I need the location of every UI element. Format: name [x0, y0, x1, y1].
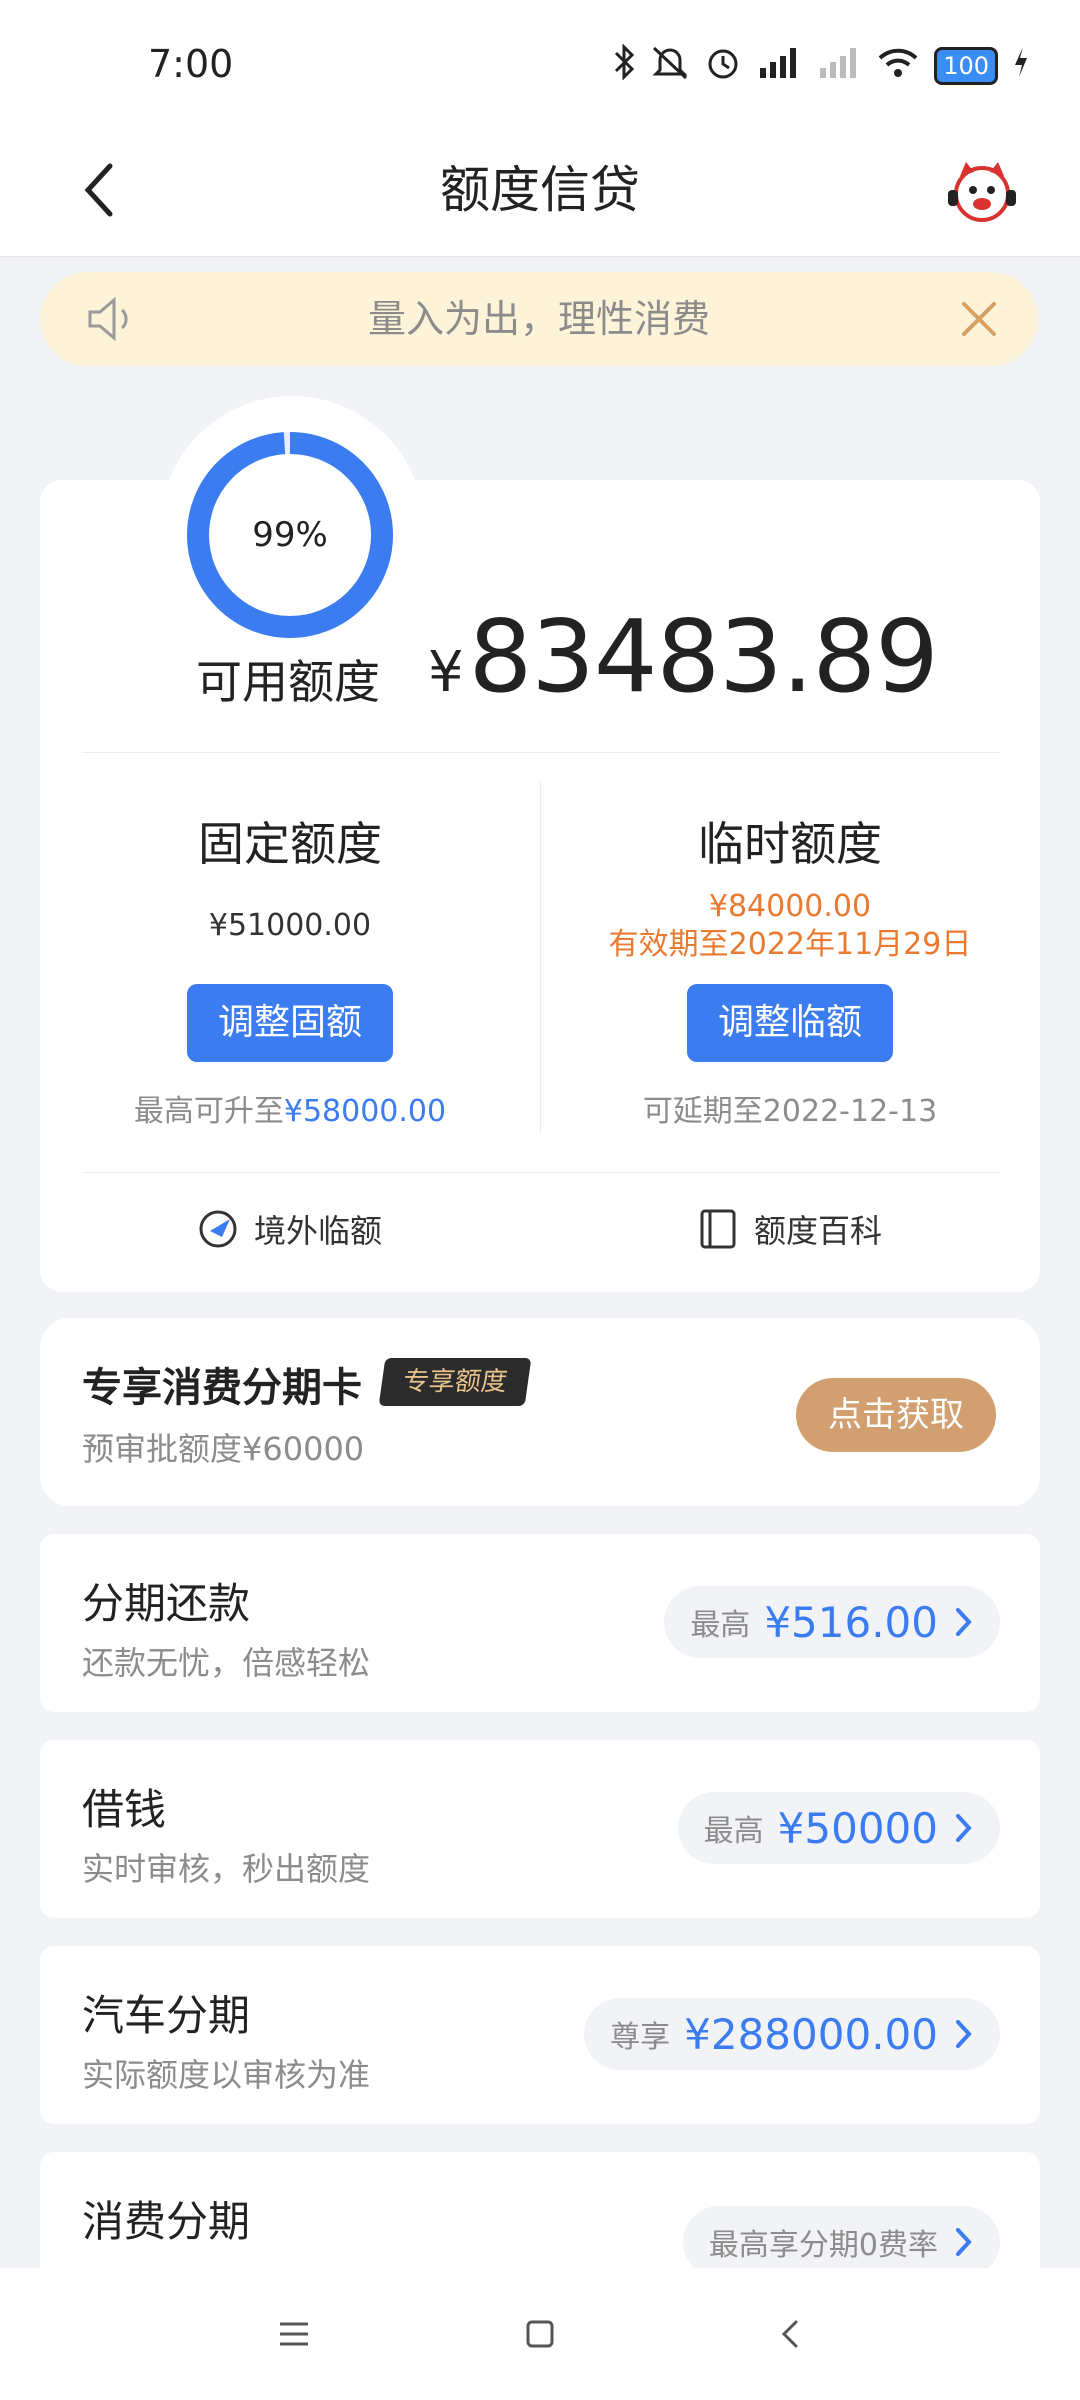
status-icons: 100 — [612, 42, 1030, 90]
chevron-right-icon — [956, 1608, 972, 1636]
pill-prefix: 最高 — [690, 1608, 751, 1643]
mute-icon — [650, 44, 690, 89]
menu-button[interactable] — [258, 2298, 330, 2370]
system-nav-bar — [0, 2268, 1080, 2400]
available-credit-label: 可用额度 — [196, 655, 380, 709]
service-subtitle: 实际额度以审核为准 — [82, 2056, 371, 2094]
pill-amount: ¥288000.00 — [684, 2009, 938, 2059]
notice-text: 量入为出，理性消费 — [367, 297, 710, 341]
adjust-fixed-button[interactable]: 调整固额 — [187, 984, 393, 1062]
service-subtitle: 还款无忧，倍感轻松 — [82, 1644, 371, 1682]
service-amount-pill[interactable]: 最高 ¥516.00 — [664, 1586, 1000, 1658]
fixed-credit-max-note: 最高可升至¥58000.00 — [60, 1086, 520, 1130]
wifi-icon — [876, 44, 920, 89]
pill-prefix: 尊享 — [610, 2020, 671, 2055]
nav-back-button[interactable] — [754, 2298, 826, 2370]
service-title: 汽车分期 — [82, 1991, 251, 2040]
status-time: 7:00 — [148, 42, 234, 86]
divider — [82, 1172, 1000, 1173]
fixed-credit-amount: ¥51000.00 — [208, 908, 372, 943]
adjust-temp-button[interactable]: 调整临额 — [687, 984, 893, 1062]
service-subtitle: 实时审核，秒出额度 — [82, 1850, 371, 1888]
overseas-temp-label: 境外临额 — [254, 1212, 383, 1250]
temp-credit-extend-note: 可延期至2022-12-13 — [642, 1094, 938, 1129]
charging-icon — [1012, 45, 1030, 88]
exclusive-badge: 专享额度 — [378, 1358, 532, 1406]
mascot-icon[interactable] — [944, 154, 1020, 230]
fixed-credit-section: 固定额度 — [60, 808, 520, 874]
notice-banner: 量入为出，理性消费 — [40, 272, 1038, 366]
pill-prefix: 最高享分期0费率 — [708, 2228, 938, 2263]
divider — [82, 752, 1000, 753]
menu-icon — [280, 2322, 308, 2346]
battery-indicator: 100 — [934, 47, 998, 85]
home-square-icon — [526, 2320, 554, 2348]
back-triangle-icon — [781, 2320, 798, 2348]
alarm-icon — [704, 43, 742, 90]
fixed-max-amount: ¥58000.00 — [283, 1094, 447, 1129]
book-icon — [700, 1209, 736, 1249]
app-header: 额度信贷 — [0, 130, 1080, 257]
available-amount-value: 83483.89 — [468, 598, 939, 715]
service-title: 分期还款 — [82, 1579, 251, 1628]
temp-credit-validity: 有效期至2022年11月29日 — [608, 927, 972, 962]
pill-amount: ¥516.00 — [764, 1597, 938, 1647]
gauge-percent-label: 99% — [252, 515, 328, 555]
credit-wiki-link[interactable]: 额度百科 — [696, 1206, 882, 1252]
bluetooth-icon — [612, 42, 636, 89]
service-item-borrow[interactable]: 借钱 实时审核，秒出额度 最高 ¥50000 — [40, 1740, 1040, 1918]
service-title: 消费分期 — [82, 2197, 251, 2246]
get-now-button[interactable]: 点击获取 — [796, 1378, 996, 1452]
credit-wiki-label: 额度百科 — [754, 1212, 883, 1250]
service-amount-pill[interactable]: 最高 ¥50000 — [677, 1792, 1000, 1864]
service-item-car-installment[interactable]: 汽车分期 实际额度以审核为准 尊享 ¥288000.00 — [40, 1946, 1040, 2124]
overseas-temp-link[interactable]: 境外临额 — [196, 1206, 382, 1252]
fixed-credit-title: 固定额度 — [198, 817, 382, 871]
page-title: 额度信贷 — [440, 161, 640, 219]
available-credit-amount: ¥83483.89 — [428, 598, 939, 715]
currency-symbol: ¥ — [428, 640, 464, 705]
close-icon[interactable] — [954, 294, 1004, 344]
pill-prefix: 最高 — [703, 1814, 764, 1849]
temp-credit-section: 临时额度 — [560, 808, 1020, 874]
temp-credit-title: 临时额度 — [698, 817, 882, 871]
exclusive-card-title: 专享消费分期卡 — [82, 1365, 362, 1411]
service-amount-pill[interactable]: 尊享 ¥288000.00 — [584, 1998, 1000, 2070]
temp-credit-amount: ¥84000.00 — [708, 889, 872, 924]
chevron-right-icon — [956, 1814, 972, 1842]
exclusive-card-subtitle: 预审批额度¥60000 — [82, 1430, 365, 1468]
status-bar: 7:00 100 — [0, 0, 1080, 130]
chevron-right-icon — [956, 2228, 972, 2256]
signal-icon — [816, 44, 862, 89]
chevron-right-icon — [956, 2020, 972, 2048]
divider-vertical — [540, 782, 541, 1134]
service-item-installment-repay[interactable]: 分期还款 还款无忧，倍感轻松 最高 ¥516.00 — [40, 1534, 1040, 1712]
service-title: 借钱 — [82, 1785, 167, 1834]
home-button[interactable] — [504, 2298, 576, 2370]
globe-plane-icon — [199, 1210, 237, 1248]
pill-amount: ¥50000 — [777, 1803, 938, 1853]
fixed-max-prefix: 最高可升至 — [133, 1094, 284, 1129]
hd-signal-icon — [756, 44, 802, 89]
